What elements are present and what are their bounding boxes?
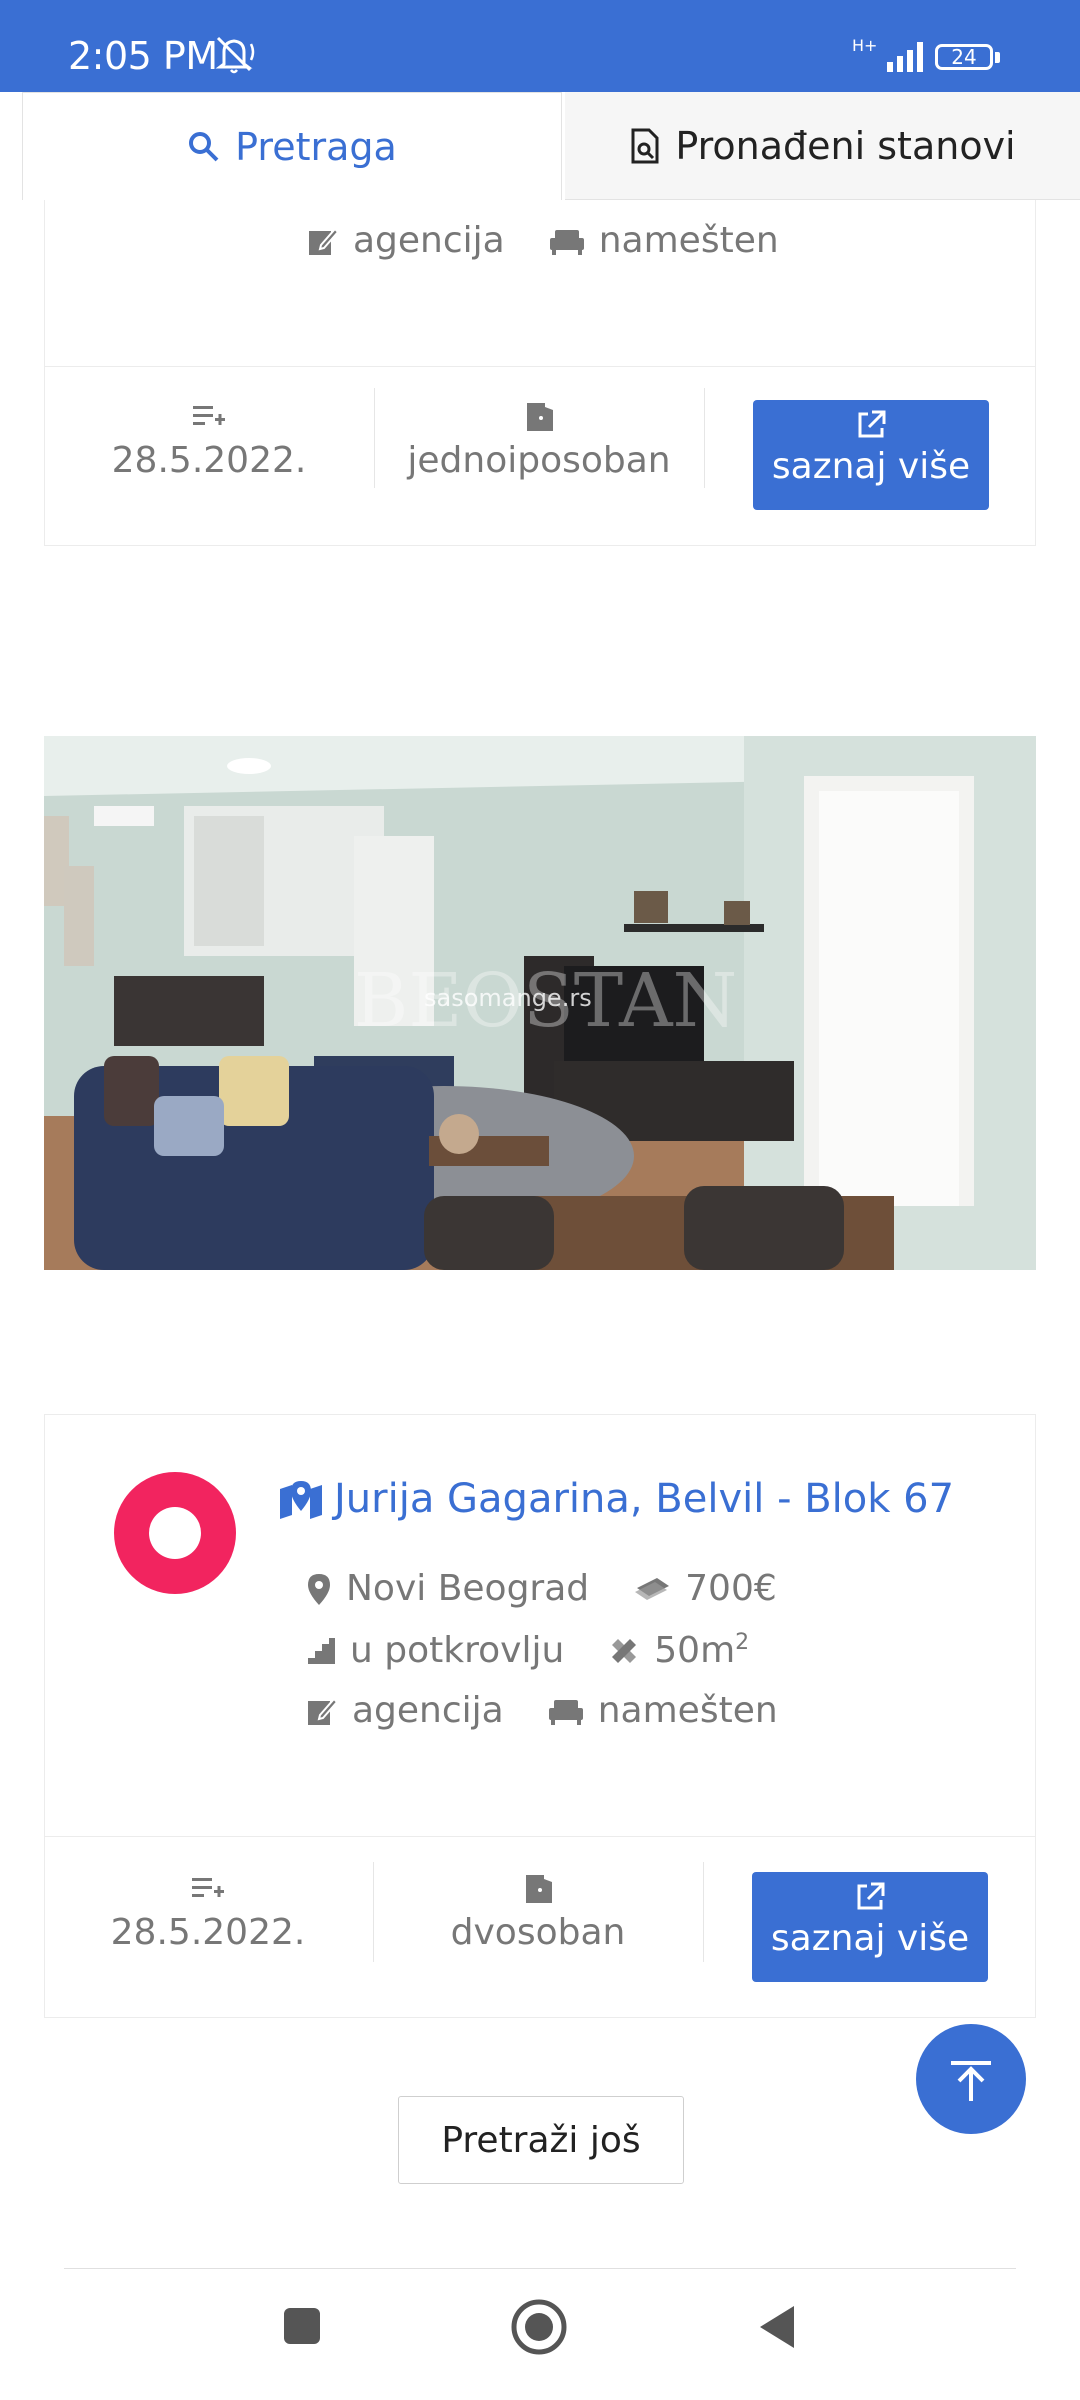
edit-document-icon bbox=[308, 1697, 338, 1725]
recents-button[interactable] bbox=[282, 2306, 322, 2350]
door-icon bbox=[526, 1875, 552, 1903]
map-marker-icon bbox=[280, 1481, 322, 1519]
signal-icon bbox=[885, 40, 929, 78]
door-icon bbox=[527, 403, 553, 431]
external-link-icon bbox=[858, 410, 886, 438]
tab-found-label: Pronađeni stanovi bbox=[675, 123, 1016, 168]
rooms-label: jednoiposoban bbox=[407, 440, 671, 481]
agency-furnished-row: agencija namešten bbox=[306, 1690, 822, 1731]
agency-label: agencija bbox=[352, 1690, 504, 1731]
date-label: 28.5.2022. bbox=[111, 440, 307, 481]
home-circle-icon bbox=[511, 2299, 567, 2355]
network-type: H+ bbox=[852, 36, 878, 55]
search-more-label: Pretraži još bbox=[441, 2119, 641, 2161]
floor-item: u potkrovlju bbox=[306, 1630, 564, 1671]
ruler-pencil-icon bbox=[612, 1638, 637, 1663]
learn-more-label: saznaj više bbox=[771, 446, 971, 487]
price-item: 700€ bbox=[633, 1568, 777, 1609]
apartment-photo: BEOSTAN sasomange.rs bbox=[44, 736, 1036, 1270]
location-icon bbox=[308, 1573, 330, 1605]
listing-photo[interactable]: BEOSTAN sasomange.rs bbox=[44, 736, 1036, 1270]
furnished-label: namešten bbox=[598, 220, 779, 261]
date-added: 28.5.2022. bbox=[58, 1872, 358, 1953]
tab-search[interactable]: Pretraga bbox=[22, 92, 562, 200]
back-button[interactable] bbox=[756, 2304, 796, 2354]
stairs-icon bbox=[308, 1637, 335, 1664]
square-icon bbox=[284, 2308, 320, 2344]
learn-more-label: saznaj više bbox=[770, 1918, 970, 1959]
playlist-add-icon bbox=[192, 1878, 224, 1897]
area-label: 50m2 bbox=[654, 1630, 750, 1671]
foot-separator bbox=[373, 1862, 374, 1962]
card-divider bbox=[44, 1836, 1036, 1837]
area-item: 50m2 bbox=[608, 1630, 749, 1671]
location-price-row: Novi Beograd 700€ bbox=[306, 1568, 821, 1609]
location-pin-avatar bbox=[114, 1472, 236, 1594]
foot-separator bbox=[374, 388, 375, 488]
card-divider bbox=[45, 366, 1035, 367]
agency-item: agencija bbox=[306, 1690, 504, 1731]
floor-area-row: u potkrovlju 50m2 bbox=[306, 1630, 793, 1671]
listing-meta-row: agencija namešten bbox=[307, 220, 823, 261]
arrow-up-to-line-icon bbox=[951, 2061, 991, 2101]
back-triangle-icon bbox=[760, 2306, 794, 2348]
listing-title-link[interactable]: Jurija Gagarina, Belvil - Blok 67 bbox=[278, 1476, 954, 1522]
tab-bar: Pretraga Pronađeni stanovi bbox=[0, 92, 1080, 200]
edit-document-icon bbox=[309, 227, 339, 255]
foot-separator bbox=[703, 1862, 704, 1962]
date-label: 28.5.2022. bbox=[110, 1912, 306, 1953]
rooms: jednoiposoban bbox=[389, 400, 689, 481]
search-more-button[interactable]: Pretraži još bbox=[398, 2096, 684, 2184]
couch-icon bbox=[549, 229, 584, 255]
document-search-icon bbox=[631, 128, 659, 163]
home-button[interactable] bbox=[510, 2298, 568, 2360]
furnished-label: namešten bbox=[597, 1690, 778, 1731]
furnished-item: namešten bbox=[548, 1690, 778, 1731]
muted-bell-icon bbox=[212, 34, 258, 78]
scroll-to-top-button[interactable] bbox=[916, 2024, 1026, 2134]
rooms-label: dvosoban bbox=[450, 1912, 626, 1953]
status-bar: 2:05 PM H+ 24 bbox=[0, 0, 1080, 92]
foot-separator bbox=[704, 388, 705, 488]
rooms: dvosoban bbox=[388, 1872, 688, 1953]
search-icon bbox=[189, 131, 219, 161]
playlist-add-icon bbox=[193, 406, 225, 425]
listing-card: agencija namešten 28.5.2022. jednoiposob… bbox=[44, 200, 1036, 546]
learn-more-button[interactable]: saznaj više bbox=[752, 1872, 988, 1982]
photo-watermark-site: sasomange.rs bbox=[424, 984, 592, 1012]
external-link-icon bbox=[857, 1882, 885, 1910]
municipality-label: Novi Beograd bbox=[346, 1568, 590, 1609]
municipality-item: Novi Beograd bbox=[306, 1568, 589, 1609]
money-icon bbox=[635, 1577, 670, 1600]
furnished-item: namešten bbox=[549, 220, 779, 261]
learn-more-button[interactable]: saznaj više bbox=[753, 400, 989, 510]
date-added: 28.5.2022. bbox=[59, 400, 359, 481]
agency-label: agencija bbox=[353, 220, 505, 261]
nav-divider bbox=[64, 2268, 1016, 2269]
price-label: 700€ bbox=[685, 1568, 777, 1609]
battery-icon: 24 bbox=[935, 44, 993, 70]
listing-title: Jurija Gagarina, Belvil - Blok 67 bbox=[334, 1476, 955, 1522]
floor-label: u potkrovlju bbox=[350, 1630, 565, 1671]
tab-found-apartments[interactable]: Pronađeni stanovi bbox=[565, 92, 1080, 200]
status-time: 2:05 PM bbox=[68, 34, 218, 78]
battery-tip bbox=[995, 52, 1000, 63]
agency-item: agencija bbox=[307, 220, 505, 261]
couch-icon bbox=[548, 1699, 583, 1725]
tab-search-label: Pretraga bbox=[235, 124, 397, 169]
